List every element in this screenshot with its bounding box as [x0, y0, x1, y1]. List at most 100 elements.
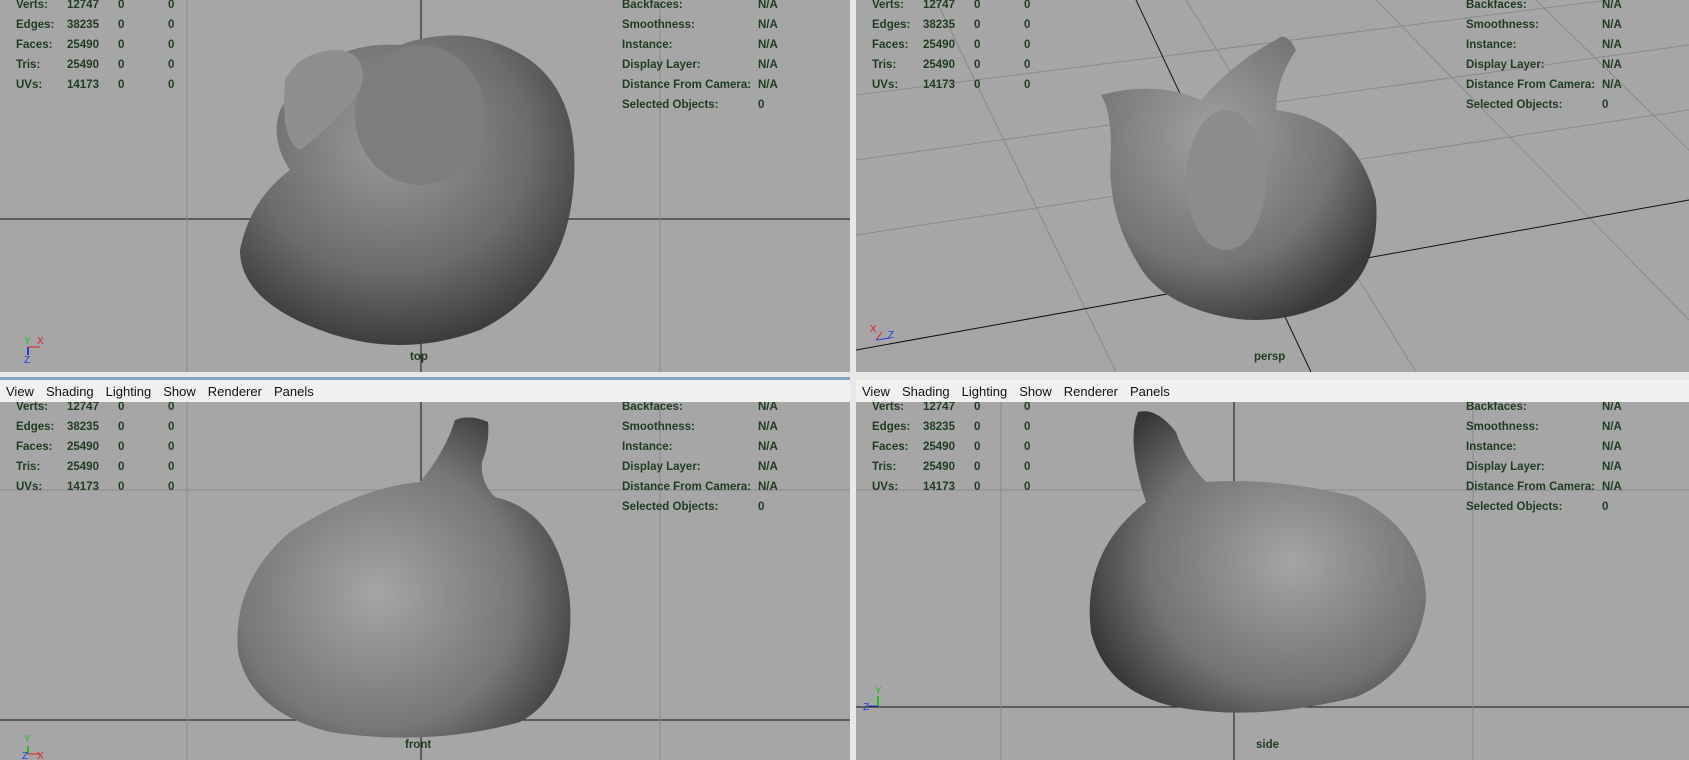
poly-stat-row: Tris: 25490 0 0: [16, 457, 188, 477]
viewport-side[interactable]: Verts: 12747 0 0 Edges: 38235 0 0 Faces: 25490 0 0 T…: [856, 402, 1689, 760]
viewport-front-panel[interactable]: View Shading Lighting Show Renderer Panels Ve…: [0, 377, 850, 760]
menu-panels[interactable]: Panels: [1124, 380, 1176, 399]
object-stat-value: N/A: [1602, 421, 1622, 433]
object-stats-top: Backfaces: N/A Smoothness: N/A Instance: N/A D…: [622, 0, 778, 115]
object-stat-row: Display Layer: N/A: [622, 55, 778, 75]
poly-stat-row: Edges: 38235 0 0: [872, 417, 1044, 437]
menu-renderer[interactable]: Renderer: [202, 380, 268, 399]
object-stat-row: Display Layer: N/A: [1466, 457, 1622, 477]
camera-label-persp: persp: [1254, 351, 1286, 363]
poly-stat-row: Tris: 25490 0 0: [16, 55, 188, 75]
menu-panels[interactable]: Panels: [268, 380, 320, 399]
object-stat-value: 0: [1602, 99, 1609, 111]
object-stat-row: Backfaces: N/A: [622, 402, 778, 417]
poly-stat-label: Verts:: [872, 402, 904, 413]
poly-stat-value: 25490: [67, 39, 99, 51]
poly-stat-row: Faces: 25490 0 0: [872, 35, 1044, 55]
poly-stat-label: Faces:: [872, 39, 909, 51]
poly-stat-row: Faces: 25490 0 0: [16, 437, 188, 457]
svg-text:X: X: [870, 324, 877, 335]
poly-stat-value: 0: [168, 0, 175, 11]
poly-stat-value: 0: [118, 441, 125, 453]
object-stat-value: N/A: [1602, 59, 1622, 71]
poly-stat-row: UVs: 14173 0 0: [872, 477, 1044, 497]
poly-stat-row: Faces: 25490 0 0: [872, 437, 1044, 457]
object-stat-value: N/A: [1602, 0, 1622, 11]
menu-lighting[interactable]: Lighting: [100, 380, 158, 399]
poly-stat-row: UVs: 14173 0 0: [16, 477, 188, 497]
object-stat-row: Instance: N/A: [622, 35, 778, 55]
poly-stat-value: 38235: [923, 19, 955, 31]
viewport-top[interactable]: Verts: 12747 0 0 Edges: 38235 0 0 Faces: 25490 0 0 T…: [0, 0, 850, 372]
object-stat-label: Distance From Camera:: [1466, 79, 1596, 91]
poly-stat-value: 0: [168, 402, 175, 413]
poly-stat-row: Edges: 38235 0 0: [16, 417, 188, 437]
poly-stat-value: 25490: [923, 441, 955, 453]
menu-lighting[interactable]: Lighting: [956, 380, 1014, 399]
poly-stat-value: 0: [168, 59, 175, 71]
object-stat-label: Smoothness:: [622, 19, 695, 31]
object-stat-row: Distance From Camera: N/A: [622, 477, 778, 497]
object-stat-value: N/A: [758, 59, 778, 71]
poly-stat-value: 0: [118, 402, 125, 413]
object-stat-value: N/A: [1602, 402, 1622, 413]
poly-stat-value: 14173: [923, 481, 955, 493]
menu-show[interactable]: Show: [1013, 380, 1058, 399]
poly-stat-row: Tris: 25490 0 0: [872, 457, 1044, 477]
object-stat-label: Smoothness:: [622, 421, 695, 433]
poly-stat-value: 0: [1024, 0, 1031, 11]
poly-stat-value: 0: [118, 481, 125, 493]
poly-stat-label: Edges:: [16, 19, 55, 31]
object-stat-label: Smoothness:: [1466, 421, 1539, 433]
object-stat-label: Distance From Camera:: [622, 481, 752, 493]
poly-stat-row: Tris: 25490 0 0: [872, 55, 1044, 75]
object-stat-value: 0: [1602, 501, 1609, 513]
menu-view[interactable]: View: [0, 380, 40, 399]
poly-stat-value: 0: [974, 0, 981, 11]
poly-stat-value: 0: [118, 59, 125, 71]
poly-stat-value: 25490: [923, 39, 955, 51]
poly-stat-label: UVs:: [16, 79, 43, 91]
object-stat-label: Instance:: [1466, 441, 1517, 453]
poly-stat-value: 25490: [67, 461, 99, 473]
object-stat-label: Display Layer:: [1466, 59, 1545, 71]
axis-gizmo-front: Y Z X: [22, 734, 44, 760]
poly-stat-value: 0: [1024, 441, 1031, 453]
object-stat-label: Instance:: [622, 39, 673, 51]
object-stat-value: N/A: [758, 402, 778, 413]
poly-stat-label: UVs:: [16, 481, 43, 493]
object-stat-label: Distance From Camera:: [1466, 481, 1596, 493]
poly-stat-value: 25490: [923, 59, 955, 71]
poly-stat-value: 0: [1024, 481, 1031, 493]
viewport-top-panel[interactable]: Verts: 12747 0 0 Edges: 38235 0 0 Faces: 25490 0 0 T…: [0, 0, 850, 372]
poly-stat-label: Verts:: [16, 0, 48, 11]
object-stat-value: N/A: [758, 461, 778, 473]
object-stat-row: Selected Objects: 0: [1466, 95, 1622, 115]
menu-show[interactable]: Show: [157, 380, 202, 399]
axis-gizmo-side: Y Z: [863, 686, 882, 712]
menu-view[interactable]: View: [856, 380, 896, 399]
poly-stat-row: Verts: 12747 0 0: [16, 0, 188, 15]
object-stat-row: Selected Objects: 0: [1466, 497, 1622, 517]
object-stat-row: Display Layer: N/A: [1466, 55, 1622, 75]
object-stat-row: Smoothness: N/A: [1466, 417, 1622, 437]
poly-stat-label: Verts:: [872, 0, 904, 11]
viewport-front[interactable]: Verts: 12747 0 0 Edges: 38235 0 0 Faces: 25490 0 0 T…: [0, 402, 850, 760]
poly-stat-row: UVs: 14173 0 0: [872, 75, 1044, 95]
poly-stat-value: 0: [974, 441, 981, 453]
menu-shading[interactable]: Shading: [40, 380, 100, 399]
viewport-persp-panel[interactable]: Verts: 12747 0 0 Edges: 38235 0 0 Faces: 25490 0 0 T…: [856, 0, 1689, 372]
viewport-side-panel[interactable]: View Shading Lighting Show Renderer Panels Ve…: [856, 380, 1689, 760]
object-stat-label: Backfaces:: [622, 402, 683, 413]
viewport-persp[interactable]: Verts: 12747 0 0 Edges: 38235 0 0 Faces: 25490 0 0 T…: [856, 0, 1689, 372]
object-stat-value: N/A: [758, 441, 778, 453]
menu-renderer[interactable]: Renderer: [1058, 380, 1124, 399]
object-stat-label: Instance:: [622, 441, 673, 453]
poly-stat-label: Faces:: [872, 441, 909, 453]
poly-stat-value: 0: [974, 79, 981, 91]
poly-stat-row: UVs: 14173 0 0: [16, 75, 188, 95]
object-stat-row: Selected Objects: 0: [622, 497, 778, 517]
menu-shading[interactable]: Shading: [896, 380, 956, 399]
poly-stat-value: 25490: [67, 59, 99, 71]
poly-stat-value: 0: [1024, 59, 1031, 71]
